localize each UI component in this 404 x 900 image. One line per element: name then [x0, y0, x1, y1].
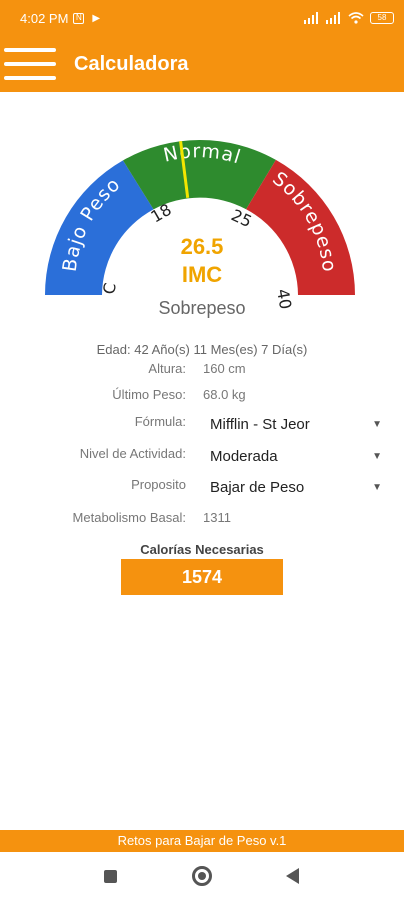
bmi-status: Sobrepeso	[158, 298, 246, 318]
purpose-label: Proposito	[131, 477, 186, 492]
notification-icon: N	[73, 12, 85, 24]
formula-select[interactable]: Mifflin - St Jeor ▼	[210, 411, 388, 437]
age-line: Edad: 42 Año(s) 11 Mes(es) 7 Día(s)	[96, 342, 308, 357]
activity-label: Nivel de Actividad:	[79, 446, 186, 461]
status-time: 4:02 PM	[20, 10, 69, 26]
dropdown-arrow-icon: ▼	[372, 450, 382, 462]
recent-apps-icon[interactable]	[104, 870, 117, 883]
status-bar: 4:02 PM N ▶ 58	[0, 0, 404, 36]
activity-select[interactable]: Moderada ▼	[210, 443, 388, 469]
purpose-value: Bajar de Peso	[210, 478, 305, 496]
bmr-value: 1311	[203, 510, 231, 525]
system-nav-bar	[0, 852, 404, 900]
height-label: Altura:	[148, 361, 186, 376]
menu-icon[interactable]	[4, 44, 56, 84]
weight-value: 68.0 kg	[203, 387, 246, 402]
height-value: 160 cm	[203, 361, 246, 376]
dropdown-arrow-icon: ▼	[372, 418, 382, 430]
bmr-row: Metabolismo Basal: 1311	[0, 510, 404, 532]
formula-label: Fórmula:	[134, 414, 186, 429]
bmi-value: 26.5	[180, 234, 224, 259]
app-bar: Calculadora	[0, 36, 404, 92]
play-icon: ▶	[92, 12, 101, 24]
bmr-label: Metabolismo Basal:	[72, 510, 186, 525]
app-title: Calculadora	[74, 52, 189, 75]
wifi-icon	[348, 12, 364, 24]
signal-icon-2	[326, 12, 340, 24]
battery-icon: 58	[370, 12, 394, 24]
activity-value: Moderada	[210, 447, 278, 465]
weight-label: Último Peso:	[112, 387, 186, 402]
height-row: Altura: 160 cm	[0, 361, 404, 383]
footer-banner: Retos para Bajar de Peso v.1	[0, 830, 404, 852]
formula-value: Mifflin - St Jeor	[210, 415, 310, 433]
calories-label: Calorías Necesarias	[140, 542, 264, 557]
dropdown-arrow-icon: ▼	[372, 481, 382, 493]
calories-value: 1574	[121, 559, 283, 595]
home-icon[interactable]	[192, 866, 212, 886]
purpose-select[interactable]: Bajar de Peso ▼	[210, 474, 388, 500]
back-icon[interactable]	[286, 868, 299, 884]
weight-row: Último Peso: 68.0 kg	[0, 387, 404, 409]
bmi-unit: IMC	[181, 262, 223, 287]
signal-icon	[304, 12, 318, 24]
